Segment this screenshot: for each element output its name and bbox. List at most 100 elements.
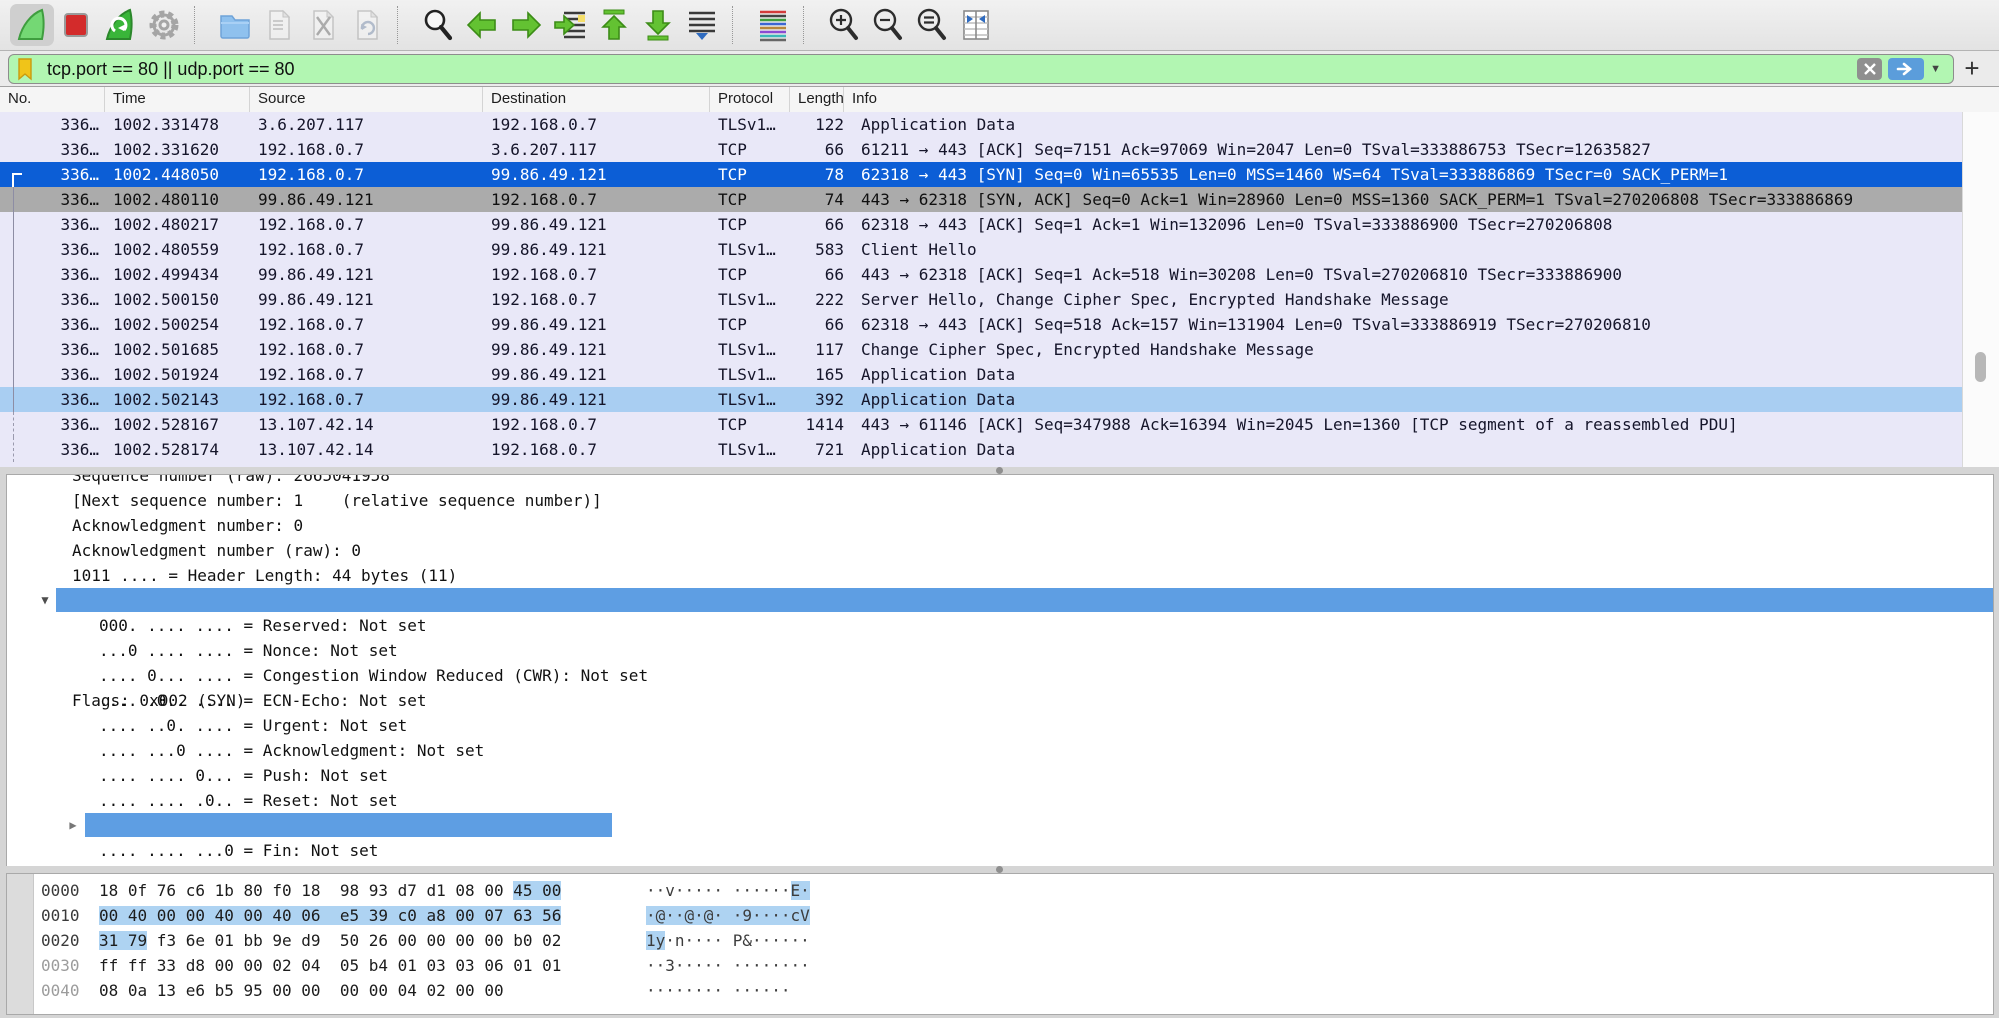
auto-scroll-icon: [684, 7, 720, 43]
packet-row-related[interactable]: 336…1002.502143192.168.0.799.86.49.121TL…: [0, 387, 1999, 412]
toolbar-separator: [397, 6, 408, 44]
resize-columns-button[interactable]: [954, 4, 998, 46]
packet-details-pane[interactable]: Sequence number (raw): 2665041958 [Next …: [6, 474, 1994, 868]
hex-line[interactable]: 002031 79 f3 6e 01 bb 9e d9 50 26 00 00 …: [41, 928, 1993, 953]
column-header-time[interactable]: Time: [105, 87, 250, 112]
scrollbar-thumb[interactable]: [1975, 352, 1986, 382]
filter-history-dropdown[interactable]: ▼: [1930, 63, 1941, 75]
packet-row[interactable]: 336…1002.480217192.168.0.799.86.49.121TC…: [0, 212, 1999, 237]
find-packet-button[interactable]: [416, 4, 460, 46]
reload-document-icon: [349, 7, 385, 43]
toolbar-separator: [803, 6, 814, 44]
zoom-in-button[interactable]: [822, 4, 866, 46]
main-toolbar: [0, 0, 1999, 51]
detail-line[interactable]: 1011 .... = Header Length: 44 bytes (11): [7, 563, 1993, 588]
go-to-bottom-button[interactable]: [636, 4, 680, 46]
save-file-button[interactable]: [257, 4, 301, 46]
zoom-out-button[interactable]: [866, 4, 910, 46]
detail-line[interactable]: .... .0.. .... = ECN-Echo: Not set: [7, 688, 1993, 713]
detail-line[interactable]: ...0 .... .... = Nonce: Not set: [7, 638, 1993, 663]
detail-line[interactable]: Acknowledgment number (raw): 0: [7, 538, 1993, 563]
detail-line[interactable]: .... ..0. .... = Urgent: Not set: [7, 713, 1993, 738]
hex-line[interactable]: 000018 0f 76 c6 1b 80 f0 18 98 93 d7 d1 …: [41, 878, 1993, 903]
auto-scroll-button[interactable]: [680, 4, 724, 46]
close-document-icon: [305, 7, 341, 43]
zoom-reset-icon: [914, 7, 950, 43]
detail-line[interactable]: .... .... 0... = Push: Not set: [7, 763, 1993, 788]
detail-line-flags-selected[interactable]: ▼ Flags: 0x002 (SYN): [7, 588, 1993, 613]
folder-icon: [217, 7, 253, 43]
detail-line[interactable]: Sequence number (raw): 2665041958: [7, 474, 1993, 488]
start-capture-button[interactable]: [10, 4, 54, 46]
field-highlight-bar: [56, 588, 1993, 612]
packet-row[interactable]: 336…1002.3314783.6.207.117192.168.0.7TLS…: [0, 112, 1999, 137]
details-tree: Sequence number (raw): 2665041958 [Next …: [7, 474, 1993, 863]
close-file-button[interactable]: [301, 4, 345, 46]
detail-line[interactable]: .... ...0 .... = Acknowledgment: Not set: [7, 738, 1993, 763]
go-to-top-button[interactable]: [592, 4, 636, 46]
packet-row[interactable]: 336…1002.52816713.107.42.14192.168.0.7TC…: [0, 412, 1999, 437]
packet-row[interactable]: 336…1002.480559192.168.0.799.86.49.121TL…: [0, 237, 1999, 262]
hex-line[interactable]: 004008 0a 13 e6 b5 95 00 00 00 00 04 02 …: [41, 978, 1993, 1003]
go-to-packet-icon: [552, 7, 588, 43]
wireshark-fin-icon: [14, 7, 50, 43]
expander-closed-icon[interactable]: ▶: [63, 813, 83, 838]
column-header-protocol[interactable]: Protocol: [710, 87, 790, 112]
go-forward-button[interactable]: [504, 4, 548, 46]
toolbar-separator: [732, 6, 743, 44]
arrow-down-bar-icon: [640, 7, 676, 43]
filter-clear-button[interactable]: [1857, 58, 1882, 80]
splitter-handle-dot[interactable]: [996, 467, 1003, 474]
packet-row[interactable]: 336…1002.52817413.107.42.14192.168.0.7TL…: [0, 437, 1999, 462]
go-back-button[interactable]: [460, 4, 504, 46]
reload-file-button[interactable]: [345, 4, 389, 46]
packet-row-selected[interactable]: 336…1002.448050192.168.0.799.86.49.121TC…: [0, 162, 1999, 187]
column-header-no[interactable]: No.: [0, 87, 105, 112]
packet-row[interactable]: 336…1002.501924192.168.0.799.86.49.121TL…: [0, 362, 1999, 387]
bookmark-icon[interactable]: [15, 57, 35, 81]
detail-line[interactable]: Acknowledgment number: 0: [7, 513, 1993, 538]
filter-add-button[interactable]: +: [1957, 53, 1987, 83]
capture-options-button[interactable]: [142, 4, 186, 46]
display-filter-input[interactable]: tcp.port == 80 || udp.port == 80 ▼: [8, 54, 1954, 84]
detail-line[interactable]: 000. .... .... = Reserved: Not set: [7, 613, 1993, 638]
packet-list-scrollbar[interactable]: [1962, 112, 1999, 467]
go-to-packet-button[interactable]: [548, 4, 592, 46]
expander-open-icon[interactable]: ▼: [35, 588, 55, 613]
stop-capture-button[interactable]: [54, 4, 98, 46]
packet-row[interactable]: 336…1002.49943499.86.49.121192.168.0.7TC…: [0, 262, 1999, 287]
magnifier-icon: [420, 7, 456, 43]
hex-line[interactable]: 001000 40 00 00 40 00 40 06 e5 39 c0 a8 …: [41, 903, 1993, 928]
restart-capture-button[interactable]: [98, 4, 142, 46]
filter-apply-button[interactable]: [1888, 58, 1924, 80]
hex-line[interactable]: 0030ff ff 33 d8 00 00 02 04 05 b4 01 03 …: [41, 953, 1993, 978]
detail-line-syn-selected[interactable]: ▶ .... .... ..1. = Syn: Set: [7, 813, 1993, 838]
zoom-out-icon: [870, 7, 906, 43]
stop-icon: [58, 7, 94, 43]
save-document-icon: [261, 7, 297, 43]
colorize-packets-button[interactable]: [751, 4, 795, 46]
packet-list-header[interactable]: No. Time Source Destination Protocol Len…: [0, 87, 1999, 113]
packet-row[interactable]: 336…1002.50015099.86.49.121192.168.0.7TL…: [0, 287, 1999, 312]
zoom-reset-button[interactable]: [910, 4, 954, 46]
open-file-button[interactable]: [213, 4, 257, 46]
filter-expression-text[interactable]: tcp.port == 80 || udp.port == 80: [47, 59, 1857, 80]
detail-line[interactable]: .... .... .0.. = Reset: Not set: [7, 788, 1993, 813]
arrow-right-icon: [508, 7, 544, 43]
zoom-in-icon: [826, 7, 862, 43]
packet-row[interactable]: 336…1002.331620192.168.0.73.6.207.117TCP…: [0, 137, 1999, 162]
packet-row[interactable]: 336…1002.48011099.86.49.121192.168.0.7TC…: [0, 187, 1999, 212]
splitter-handle-dot[interactable]: [996, 866, 1003, 873]
packet-row[interactable]: 336…1002.500254192.168.0.799.86.49.121TC…: [0, 312, 1999, 337]
column-header-info[interactable]: Info: [844, 87, 1999, 112]
detail-line[interactable]: .... .... ...0 = Fin: Not set: [7, 838, 1993, 863]
hex-pane-gutter: [7, 874, 34, 1014]
column-header-destination[interactable]: Destination: [483, 87, 710, 112]
detail-line[interactable]: [Next sequence number: 1 (relative seque…: [7, 488, 1993, 513]
packet-row[interactable]: 336…1002.501685192.168.0.799.86.49.121TL…: [0, 337, 1999, 362]
column-header-source[interactable]: Source: [250, 87, 483, 112]
column-header-length[interactable]: Length: [790, 87, 844, 112]
filter-toolbar: tcp.port == 80 || udp.port == 80 ▼ +: [0, 51, 1999, 87]
detail-line[interactable]: .... 0... .... = Congestion Window Reduc…: [7, 663, 1993, 688]
hex-dump-pane[interactable]: 000018 0f 76 c6 1b 80 f0 18 98 93 d7 d1 …: [6, 873, 1994, 1015]
